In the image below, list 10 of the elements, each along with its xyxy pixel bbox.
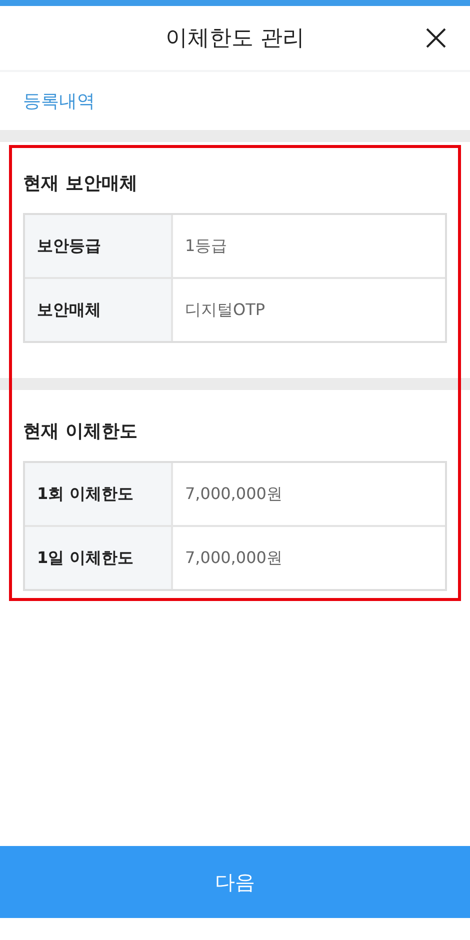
row-label: 보안등급 (25, 215, 173, 277)
section-title: 현재 이체한도 (23, 420, 138, 444)
page-title: 이체한도 관리 (166, 25, 304, 53)
registration-history-link[interactable]: 등록내역 (23, 89, 95, 113)
next-button[interactable]: 다음 (0, 846, 470, 918)
close-icon[interactable] (424, 26, 448, 50)
row-label: 1일 이체한도 (25, 527, 173, 589)
row-label: 1회 이체한도 (25, 463, 173, 525)
section-title: 현재 보안매체 (23, 172, 138, 196)
row-label: 보안매체 (25, 279, 173, 341)
